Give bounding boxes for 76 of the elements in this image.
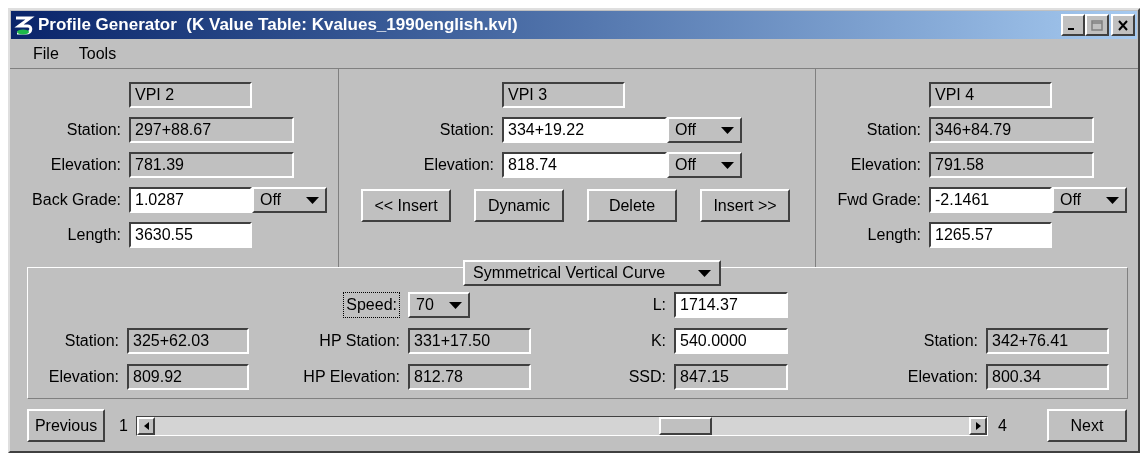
field-label: Speed: <box>343 292 400 318</box>
readonly-field: 847.15 <box>674 364 788 390</box>
vpi-name-field: VPI 3 <box>502 82 625 108</box>
scroll-right-icon[interactable] <box>969 416 987 435</box>
maximize-icon <box>1091 19 1103 31</box>
readonly-field: 809.92 <box>127 364 249 390</box>
dropdown-arrow-icon <box>306 196 319 204</box>
dropdown-arrow-icon <box>721 161 734 169</box>
field-label: SSD: <box>628 367 666 387</box>
vpi-name-field: VPI 4 <box>929 82 1052 108</box>
readonly-field: 781.39 <box>129 152 294 178</box>
vpi-name-field: VPI 2 <box>129 82 252 108</box>
action-button[interactable]: Dynamic <box>474 189 564 222</box>
input-field[interactable]: 818.74 <box>502 152 667 178</box>
close-button[interactable] <box>1111 14 1135 36</box>
input-field[interactable]: 1265.57 <box>929 222 1052 248</box>
minimize-button[interactable] <box>1061 14 1085 36</box>
dropdown[interactable]: Off <box>667 152 742 178</box>
readonly-field: 297+88.67 <box>129 117 294 143</box>
close-icon <box>1117 19 1129 31</box>
app-logo-icon <box>13 14 35 36</box>
field-label: Elevation: <box>850 155 921 175</box>
dropdown-arrow-icon <box>1106 196 1119 204</box>
field-label: Fwd Grade: <box>837 190 921 210</box>
field-label: Station: <box>439 120 494 140</box>
field-label: Elevation: <box>50 155 121 175</box>
input-field[interactable]: 1.0287 <box>129 187 252 213</box>
dropdown[interactable]: 70 <box>408 292 470 318</box>
window-title: Profile Generator (K Value Table: Kvalues_1990english.kvl) <box>38 14 518 37</box>
readonly-field: 342+76.41 <box>986 328 1109 354</box>
input-field[interactable]: 334+19.22 <box>502 117 667 143</box>
field-label: Back Grade: <box>32 190 121 210</box>
readonly-field: 800.34 <box>986 364 1109 390</box>
field-label: Length: <box>67 225 121 245</box>
field-label: Elevation: <box>423 155 494 175</box>
action-button[interactable]: << Insert <box>361 189 451 222</box>
input-field[interactable]: 1714.37 <box>674 292 788 318</box>
dropdown-arrow-icon <box>698 269 711 277</box>
readonly-field: 346+84.79 <box>929 117 1094 143</box>
scroll-thumb[interactable] <box>659 416 712 435</box>
first-index: 1 <box>119 415 129 436</box>
next-button[interactable]: Next <box>1046 409 1127 442</box>
minimize-icon <box>1068 27 1074 30</box>
field-label: Elevation: <box>907 367 978 387</box>
input-field[interactable]: 3630.55 <box>129 222 252 248</box>
readonly-field: 325+62.03 <box>127 328 249 354</box>
dropdown-arrow-icon <box>449 301 462 309</box>
field-label: Station: <box>66 120 121 140</box>
readonly-field: 812.78 <box>408 364 531 390</box>
field-label: Station: <box>64 331 119 351</box>
field-label: Elevation: <box>48 367 119 387</box>
last-index: 4 <box>998 415 1007 436</box>
action-button[interactable]: Delete <box>587 189 677 222</box>
input-field[interactable]: -2.1461 <box>929 187 1052 213</box>
dropdown[interactable]: Off <box>667 117 742 143</box>
field-label: Station: <box>866 120 921 140</box>
field-label: K: <box>650 331 666 351</box>
action-button[interactable]: Insert >> <box>700 189 790 222</box>
dropdown[interactable]: Off <box>1052 187 1127 213</box>
previous-button[interactable]: Previous <box>27 409 105 442</box>
menu-item[interactable]: Tools <box>78 41 117 66</box>
readonly-field: 331+17.50 <box>408 328 531 354</box>
scroll-left-icon[interactable] <box>137 416 155 435</box>
input-field[interactable]: 540.0000 <box>674 328 788 354</box>
field-label: Station: <box>923 331 978 351</box>
field-label: HP Elevation: <box>303 367 400 387</box>
dropdown-arrow-icon <box>721 126 734 134</box>
curve-type-dropdown[interactable]: Symmetrical Vertical Curve <box>463 260 721 286</box>
field-label: L: <box>652 295 666 315</box>
maximize-button[interactable] <box>1085 14 1109 36</box>
dropdown[interactable]: Off <box>252 187 327 213</box>
scroll-bar[interactable] <box>136 415 988 436</box>
field-label: Length: <box>867 225 921 245</box>
menu-item[interactable]: File <box>33 41 59 66</box>
field-label: HP Station: <box>319 331 400 351</box>
readonly-field: 791.58 <box>929 152 1094 178</box>
